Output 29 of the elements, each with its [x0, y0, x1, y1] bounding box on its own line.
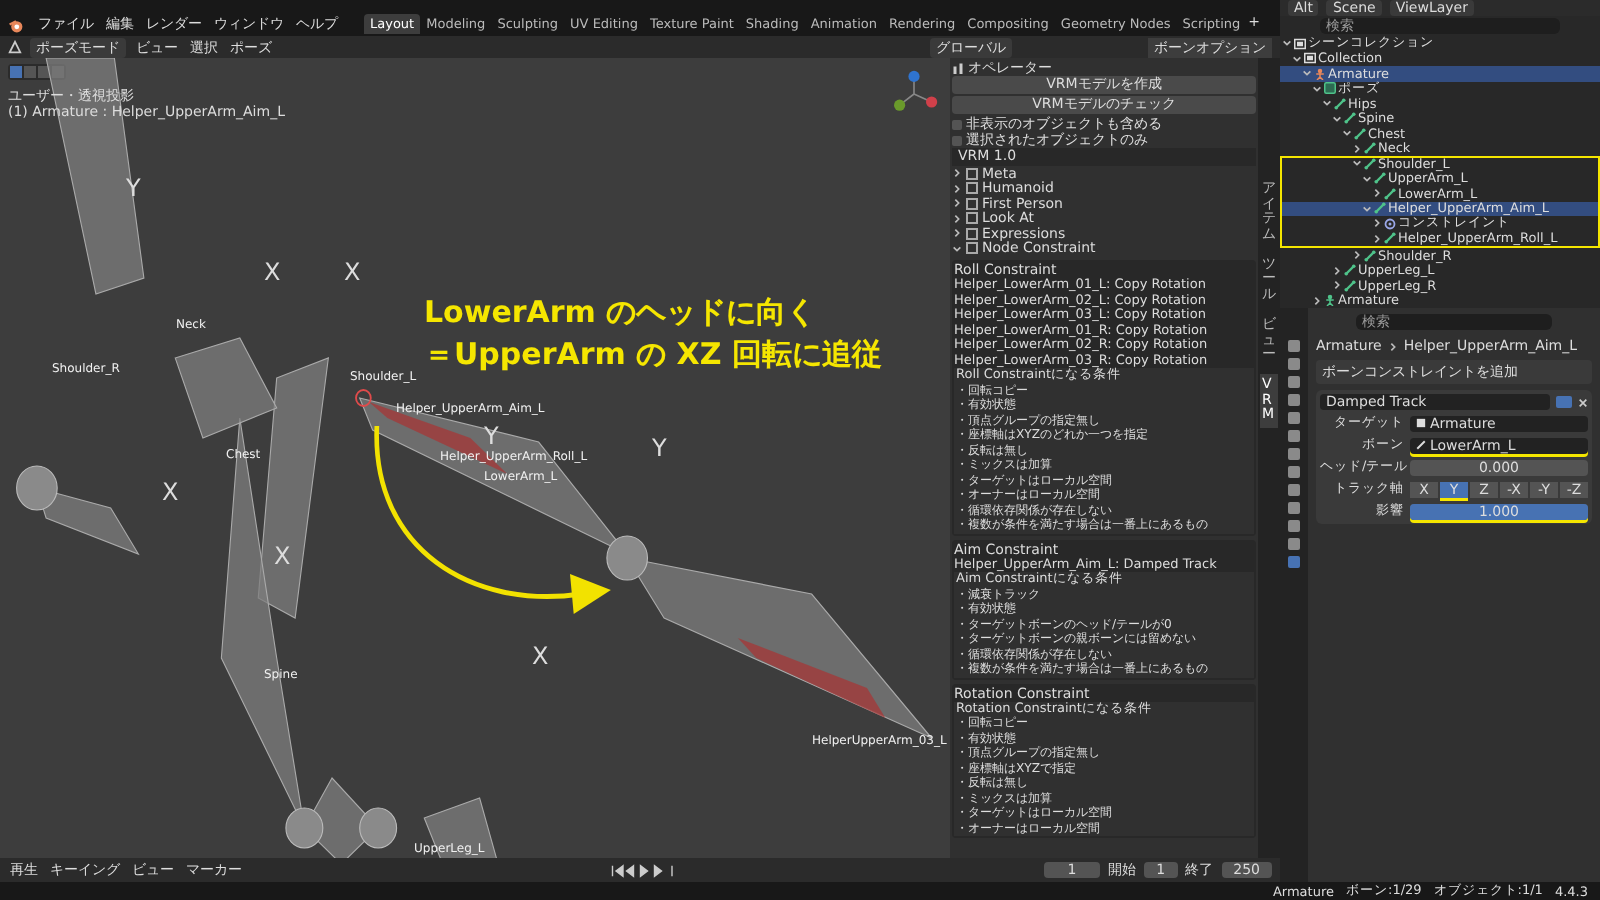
chevron-right-icon[interactable] — [1372, 188, 1382, 199]
bone-icon — [1364, 249, 1376, 262]
pose-icon — [1324, 82, 1336, 95]
chevron-right-icon[interactable] — [1352, 143, 1362, 154]
editor-type-icon[interactable] — [8, 40, 22, 54]
close-icon[interactable] — [1578, 397, 1588, 407]
object-icon — [1416, 418, 1426, 428]
chevron-down-icon[interactable] — [952, 243, 962, 254]
bone-icon — [1384, 232, 1396, 245]
armature-icon — [1314, 67, 1326, 80]
annotation-text: ＝UpperArm の XZ 回転に追従 — [424, 336, 882, 374]
axis-letter: X — [264, 258, 281, 286]
axis-letter: Y — [652, 434, 667, 462]
checkbox[interactable] — [952, 135, 962, 145]
armature-icon — [1324, 294, 1336, 307]
axis-letter: X — [274, 542, 291, 570]
annotation-text: LowerArm のヘッドに向く — [424, 294, 819, 332]
blender-logo-icon[interactable] — [8, 18, 24, 34]
axis-letter: X — [162, 478, 179, 506]
axis-letter: X — [532, 642, 549, 670]
operator-icon — [952, 62, 964, 74]
chevron-right-icon — [1387, 341, 1398, 351]
constraint-icon — [1384, 217, 1396, 230]
chevron-down-icon[interactable] — [1362, 203, 1372, 214]
axis-letter: Y — [126, 174, 141, 202]
checkbox[interactable] — [952, 119, 962, 129]
axis-letter: X — [344, 258, 361, 286]
axis-letter: Y — [484, 422, 499, 450]
bone-icon — [1416, 440, 1426, 450]
